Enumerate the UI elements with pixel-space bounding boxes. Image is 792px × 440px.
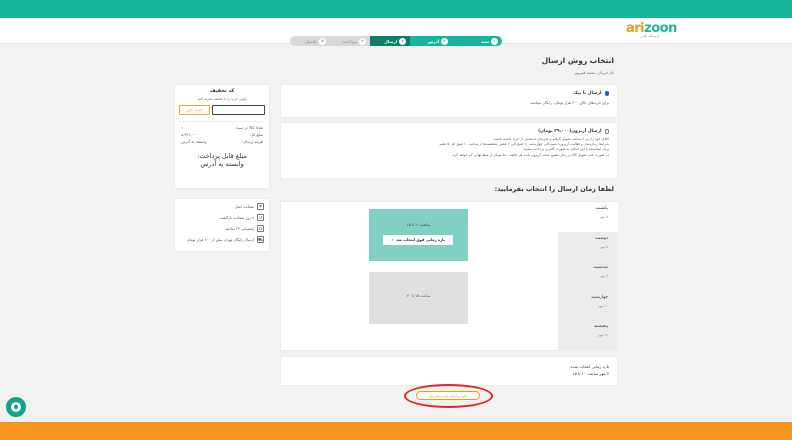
day-name: پنجشنبه (593, 324, 608, 330)
summary-value: وابسته به آدرس (181, 139, 207, 144)
top-color-bar (0, 0, 792, 18)
discount-row: تاییدیه کوپن (179, 105, 265, 115)
day-list: یکشنبه ۷ مهر دوشنبه ۸ مهر سه‌شنبه ۹ مهر چها… (558, 202, 618, 350)
feature-text: ارسال رایگان تهران بیش از ۴۰۰ هزار تومان (186, 237, 254, 242)
feature-item: ☊ پشتیبانی ۲۴ ساعته (180, 225, 264, 232)
selected-time-box: بازه زمانی انتخاب شده ۷ مهر ساعت ۱۰ تا ۱… (280, 356, 618, 386)
day-name: چهارشنبه (591, 294, 608, 300)
step-payment: ۴ پرداخت (330, 36, 370, 46)
day-tab[interactable]: یکشنبه ۷ مهر (558, 202, 618, 232)
step-number: ۳ (399, 37, 406, 45)
step-number: ۴ (359, 37, 366, 45)
option-description: برای خریدهای بالای ۴۰۰ هزار تومان، رایگا… (529, 101, 609, 105)
day-name: یکشنبه (595, 206, 608, 211)
customer-name: نام خریدار: محمد قنبرپور (574, 70, 614, 75)
feature-text: پشتیبانی ۲۴ ساعته (225, 226, 254, 231)
step-shipping[interactable]: ۳ ارسال (370, 36, 410, 46)
slot-time: ساعت ۱۰ تا ۱۵ (406, 223, 431, 227)
option-description: کالای خود را زیر ۲ ساعت تحویل گرفته و تج… (289, 137, 609, 158)
divider (179, 121, 265, 122)
selected-time-value: ۷ مهر ساعت ۱۰ تا ۱۵ (572, 371, 609, 376)
day-date: ۷ مهر (599, 215, 608, 219)
summary-row: مبلغ کل: ۸،۳۲۶،۰۰۰ (181, 132, 263, 137)
option-title: ارسال آریزون(۳۹،۰۰۰ تومان) (538, 129, 602, 134)
day-tab[interactable]: سه‌شنبه ۹ مهر (558, 261, 618, 291)
day-date: ۱۱ مهر (598, 333, 608, 338)
day-name: سه‌شنبه (593, 265, 608, 271)
chat-button[interactable] (6, 397, 26, 417)
summary-label: تعداد کالا در سبد: (235, 125, 263, 130)
page-title: انتخاب روش ارسال (541, 56, 614, 65)
step-number: ۵ (319, 37, 326, 45)
check-icon: ✔ (391, 238, 395, 242)
order-summary-card: کد تخفیف اولین خرید را با تخفیف تجربه کن… (174, 84, 270, 189)
apply-coupon-button[interactable]: تاییدیه کوپن (179, 105, 210, 115)
day-tab[interactable]: دوشنبه ۸ مهر (558, 232, 618, 262)
day-tab[interactable]: چهارشنبه ۱۰ مهر (558, 291, 618, 321)
feature-item: ⛨ ضمانت اصل (180, 203, 264, 210)
return-icon: ↺ (257, 214, 264, 221)
step-label: ارسال (384, 38, 397, 44)
feature-item: ⛟ ارسال رایگان تهران بیش از ۴۰۰ هزار توما… (180, 236, 264, 243)
payable-value: وابسته به آدرس (200, 160, 244, 168)
feature-text: ضمانت اصل (234, 204, 254, 209)
step-address[interactable]: ۲ آدرس (410, 36, 452, 46)
features-card: ⛨ ضمانت اصل ↺ ۷ روز ضمانت بازگشت ☊ پشتیبانی… (174, 198, 270, 252)
discount-hint: اولین خرید را با تخفیف تجربه کنید (197, 97, 247, 101)
badge-text: بازه زمانی فوق انتخاب شد (396, 238, 445, 242)
step-label: سبد (481, 38, 489, 44)
option-title: ارسال با پیک (573, 91, 602, 96)
step-number: ۱ (491, 37, 498, 45)
day-date: ۱۰ مهر (598, 303, 608, 308)
radio-selected[interactable] (604, 91, 609, 96)
radio-unselected[interactable] (604, 129, 609, 134)
step-cart[interactable]: ۱ سبد (452, 36, 502, 46)
step-label: پرداخت (342, 38, 357, 44)
summary-value: ۱ (181, 125, 184, 130)
description-line: در صورت عدم تحویل کالا در زمان تعیین شده… (451, 152, 609, 157)
shipping-option-courier[interactable]: ارسال با پیک برای خریدهای بالای ۴۰۰ هزار… (280, 84, 618, 118)
payable-label: مبلغ قابل پرداخت: (197, 152, 247, 160)
feature-text: ۷ روز ضمانت بازگشت (219, 215, 254, 220)
discount-title: کد تخفیف (209, 88, 235, 94)
footer-bar (0, 422, 792, 440)
step-number: ۲ (441, 37, 448, 45)
slot-time: ساعت ۱۵ تا ۲۰ (406, 294, 431, 298)
truck-icon: ⛟ (257, 236, 264, 243)
step-label: تکمیل (305, 38, 317, 44)
day-date: ۸ مهر (599, 244, 608, 249)
headset-icon: ☊ (257, 225, 264, 232)
selected-time-label: بازه زمانی انتخاب شده (570, 364, 609, 369)
step-complete: ۵ تکمیل (290, 36, 330, 46)
slot-selected-badge: بازه زمانی فوق انتخاب شد ✔ (383, 235, 453, 245)
highlight-circle (404, 384, 493, 408)
time-slot-selected[interactable]: ساعت ۱۰ تا ۱۵ بازه زمانی فوق انتخاب شد ✔ (369, 209, 468, 261)
schedule-title: لطفا زمان ارسال را انتخاب بفرمایید: (494, 185, 614, 193)
summary-value: ۸،۳۲۶،۰۰۰ (181, 132, 198, 137)
summary-row: هزینه ارسال: وابسته به آدرس (181, 139, 263, 144)
day-name: دوشنبه (595, 235, 608, 241)
discount-code-input[interactable] (211, 105, 265, 115)
time-slot[interactable]: ساعت ۱۵ تا ۲۰ (369, 272, 468, 324)
shield-icon: ⛨ (257, 203, 264, 210)
day-tab[interactable]: پنجشنبه ۱۱ مهر (558, 320, 618, 350)
summary-row: تعداد کالا در سبد: ۱ (181, 125, 263, 130)
step-label: آدرس (427, 38, 439, 44)
summary-label: هزینه ارسال: (242, 139, 263, 144)
arizoon-logo[interactable]: arizoon فروشگاه آنلاین (626, 22, 677, 40)
summary-label: مبلغ کل: (249, 132, 263, 137)
checkout-steps: ۱ سبد ۲ آدرس ۳ ارسال ۴ پرداخت ۵ تکمیل (290, 36, 502, 46)
chat-icon (11, 402, 21, 412)
feature-item: ↺ ۷ روز ضمانت بازگشت (180, 214, 264, 221)
shipping-option-arizoon[interactable]: ارسال آریزون(۳۹،۰۰۰ تومان) کالای خود را … (280, 122, 618, 179)
day-date: ۹ مهر (599, 274, 608, 279)
